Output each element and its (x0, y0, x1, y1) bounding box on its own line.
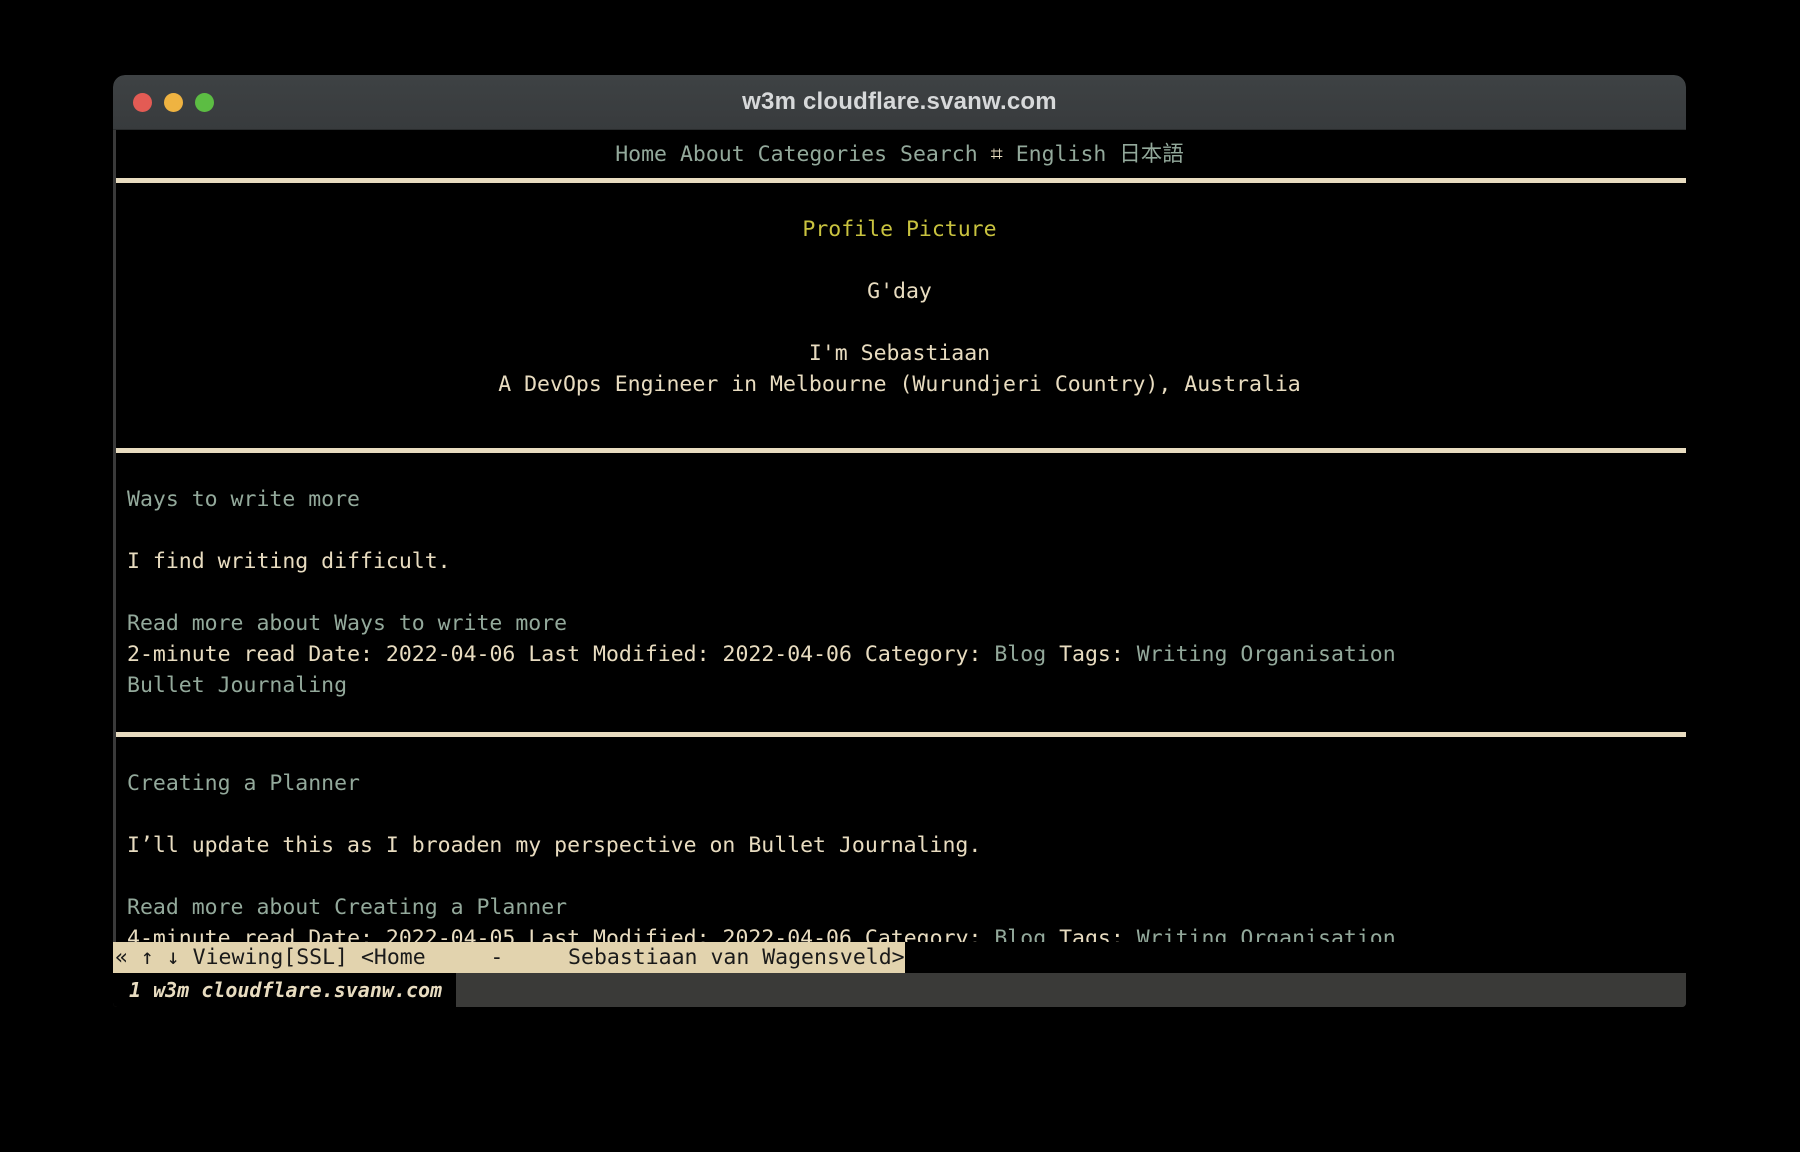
post-excerpt: I find writing difficult. (127, 549, 451, 574)
hero-tagline: A DevOps Engineer in Melbourne (Wurundje… (498, 372, 1301, 397)
maximize-button[interactable] (195, 92, 214, 112)
w3m-viewport[interactable]: Home About Categories Search ⌗ English 日… (113, 130, 1686, 942)
minimize-button[interactable] (164, 92, 183, 112)
hero-greeting: G'day (867, 279, 932, 304)
w3m-status-bar: « ↑ ↓ Viewing[SSL] <Home - Sebastiaan va… (113, 942, 1686, 973)
nav-link-search[interactable]: Search (900, 142, 978, 167)
post-modified-value: 2022-04-06 (722, 926, 852, 942)
nav-link-english[interactable]: English (1016, 142, 1107, 167)
post-read-more-link[interactable]: Read more about Creating a Planner (113, 892, 1686, 923)
tmux-status-fill (456, 973, 1686, 1007)
w3m-page-title: <Home - Sebastiaan van Wagensveld> (360, 945, 905, 970)
post-read-time: 4-minute read (127, 926, 296, 942)
hero-intro: I'm Sebastiaan (808, 341, 991, 366)
terminal-body: Home About Categories Search ⌗ English 日… (113, 130, 1686, 1007)
post-read-time: 2-minute read (127, 642, 296, 667)
post-modified-label: Last Modified: (528, 642, 710, 667)
post-excerpt: I’ll update this as I broaden my perspec… (127, 833, 982, 858)
nav-link-japanese[interactable]: 日本語 (1119, 142, 1184, 167)
window-title: w3m cloudflare.svanw.com (742, 88, 1057, 115)
post-category-label: Category: (864, 642, 982, 667)
w3m-status-inverted: « ↑ ↓ Viewing[SSL] <Home - Sebastiaan va… (113, 942, 905, 973)
nav-link-home[interactable]: Home (615, 142, 667, 167)
post-modified-label: Last Modified: (528, 926, 710, 942)
w3m-nav-glyphs: « ↑ ↓ (115, 945, 193, 970)
profile-picture-alt[interactable]: Profile Picture (113, 214, 1686, 245)
terminal-window: w3m cloudflare.svanw.com Home About Cate… (113, 75, 1686, 1007)
w3m-viewing-label: Viewing[SSL] (192, 945, 361, 970)
post-date-label: Date: (308, 926, 373, 942)
post-tag-link[interactable]: Bullet Journaling (127, 673, 347, 698)
post-tag-link[interactable]: Organisation (1240, 642, 1395, 667)
post-category-link[interactable]: Blog (994, 642, 1046, 667)
post-meta-row: 4-minute read Date: 2022-04-05 Last Modi… (113, 923, 1686, 942)
post-modified-value: 2022-04-06 (722, 642, 852, 667)
post-title-link[interactable]: Ways to write more (113, 484, 1686, 515)
post-date-value: 2022-04-06 (385, 642, 516, 667)
nav-link-about[interactable]: About (680, 142, 745, 167)
cursor-column-marker (113, 130, 116, 942)
post-tag-link[interactable]: Writing (1137, 926, 1228, 942)
tmux-window-tab[interactable]: 1 w3m cloudflare.svanw.com (113, 973, 457, 1007)
window-titlebar[interactable]: w3m cloudflare.svanw.com (113, 75, 1686, 130)
nav-link-categories[interactable]: Categories (758, 142, 887, 167)
post-tags-wrap-row: Bullet Journaling (113, 670, 1686, 701)
post-category-label: Category: (864, 926, 982, 942)
close-button[interactable] (133, 92, 152, 112)
post-date-value: 2022-04-05 (385, 926, 516, 942)
post-category-link[interactable]: Blog (994, 926, 1046, 942)
post-title-link[interactable]: Creating a Planner (113, 768, 1686, 799)
site-navigation[interactable]: Home About Categories Search ⌗ English 日… (113, 130, 1686, 178)
tmux-status-bar: 1 w3m cloudflare.svanw.com (113, 973, 1686, 1007)
grid-hash-icon: ⌗ (990, 142, 1003, 167)
desktop-background: w3m cloudflare.svanw.com Home About Cate… (0, 0, 1800, 1152)
post-read-more-link[interactable]: Read more about Ways to write more (113, 608, 1686, 639)
post-tags-label: Tags: (1059, 642, 1124, 667)
post-tag-link[interactable]: Writing (1137, 642, 1228, 667)
post-tags-label: Tags: (1059, 926, 1124, 942)
post-date-label: Date: (308, 642, 373, 667)
post-tag-link[interactable]: Organisation (1240, 926, 1395, 942)
traffic-light-buttons (133, 92, 214, 112)
post-meta-row: 2-minute read Date: 2022-04-06 Last Modi… (113, 639, 1686, 670)
